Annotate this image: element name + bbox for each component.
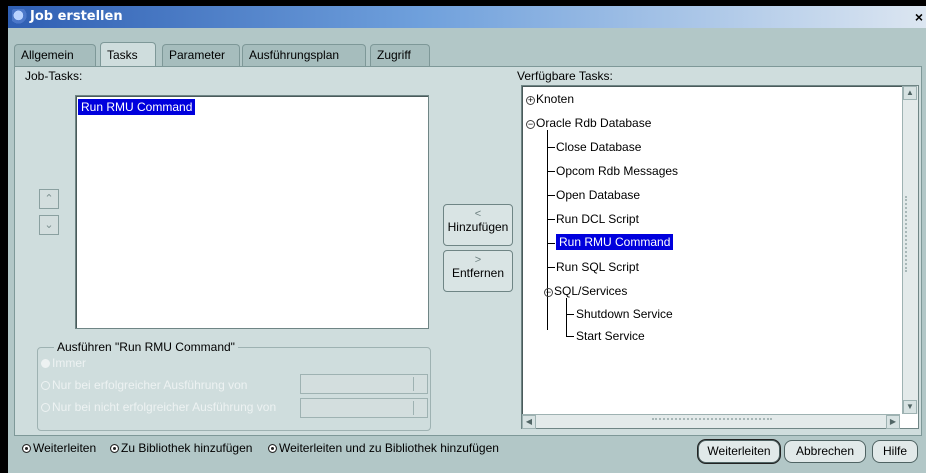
remove-button-label: Entfernen <box>451 266 505 280</box>
radio-indicator <box>268 444 277 453</box>
scrollbar-grip[interactable] <box>905 196 915 272</box>
available-tasks-label: Verfügbare Tasks: <box>517 69 613 83</box>
available-tasks-tree[interactable]: + Knoten − Oracle Rdb Database Close Datab… <box>521 85 919 429</box>
tree-node-close-database[interactable]: Close Database <box>556 140 641 154</box>
submit-button[interactable]: Weiterleiten <box>698 440 780 463</box>
tree-node-run-dcl-script[interactable]: Run DCL Script <box>556 212 639 226</box>
tasks-panel: Job-Tasks: Run RMU Command ⌃ ⌄ < Hinzufü… <box>14 66 922 436</box>
tree-line <box>547 130 548 330</box>
tree-line <box>547 267 555 268</box>
add-button[interactable]: < Hinzufügen <box>443 204 513 246</box>
close-icon[interactable]: × <box>912 9 926 25</box>
scrollbar-grip[interactable] <box>652 418 772 424</box>
scroll-right-icon[interactable]: ▶ <box>886 415 900 429</box>
tab-tasks[interactable]: Tasks <box>100 42 156 66</box>
vertical-scrollbar[interactable]: ▲ ▼ <box>902 86 918 414</box>
execute-condition-group: Ausführen "Run RMU Command" Immer Nur be… <box>37 340 431 431</box>
radio-indicator <box>41 359 50 368</box>
tree-line <box>566 298 567 336</box>
radio-indicator <box>41 381 50 390</box>
tree-line <box>547 171 555 172</box>
tree-view: + Knoten − Oracle Rdb Database Close Datab… <box>522 86 900 414</box>
failure-task-select[interactable] <box>300 398 428 418</box>
collapse-icon[interactable]: − <box>544 288 553 297</box>
collapse-icon[interactable]: − <box>526 120 535 129</box>
chevron-left-icon: < <box>474 208 482 220</box>
job-task-item[interactable]: Run RMU Command <box>78 99 196 115</box>
chevron-right-icon: > <box>474 254 482 266</box>
job-tasks-label: Job-Tasks: <box>25 69 83 83</box>
radio-submit-and-add[interactable]: Weiterleiten und zu Bibliothek hinzufüge… <box>268 441 499 455</box>
dialog-body: Allgemein Tasks Parameter Ausführungspla… <box>8 28 926 473</box>
tree-node-run-rmu-command[interactable]: Run RMU Command <box>556 234 674 250</box>
execute-group-title: Ausführen "Run RMU Command" <box>54 340 238 354</box>
scroll-left-icon[interactable]: ◀ <box>522 415 536 429</box>
radio-indicator <box>110 444 119 453</box>
scroll-up-icon[interactable]: ▲ <box>903 86 917 100</box>
expand-icon[interactable]: + <box>526 96 535 105</box>
tree-line <box>547 243 555 244</box>
title-bar[interactable]: Job erstellen × <box>8 6 926 28</box>
tree-line <box>566 314 574 315</box>
tree-node-oracle-rdb[interactable]: − Oracle Rdb Database <box>526 116 651 130</box>
help-button[interactable]: Hilfe <box>872 440 918 463</box>
chevron-down-icon <box>413 377 425 391</box>
radio-submit[interactable]: Weiterleiten <box>22 441 96 455</box>
tab-allgemein[interactable]: Allgemein <box>14 44 96 66</box>
tree-node-opcom-rdb-messages[interactable]: Opcom Rdb Messages <box>556 164 678 178</box>
radio-on-success[interactable]: Nur bei erfolgreicher Ausführung von <box>41 378 247 392</box>
scroll-down-icon[interactable]: ▼ <box>903 400 917 414</box>
tree-line <box>547 195 555 196</box>
tree-node-sql-services[interactable]: − SQL/Services <box>544 284 627 298</box>
tree-line <box>566 336 574 337</box>
tree-node-run-sql-script[interactable]: Run SQL Script <box>556 260 639 274</box>
window-title: Job erstellen <box>30 9 123 24</box>
tree-node-open-database[interactable]: Open Database <box>556 188 640 202</box>
tree-line <box>547 219 555 220</box>
add-button-label: Hinzufügen <box>447 220 509 234</box>
tab-ausfuehrungsplan[interactable]: Ausführungsplan <box>242 44 366 66</box>
tab-zugriff[interactable]: Zugriff <box>370 44 430 66</box>
radio-indicator <box>22 444 31 453</box>
remove-button[interactable]: > Entfernen <box>443 250 513 292</box>
tree-node-shutdown-service[interactable]: Shutdown Service <box>576 307 673 321</box>
tab-parameter[interactable]: Parameter <box>162 44 240 66</box>
tree-node-start-service[interactable]: Start Service <box>576 329 645 343</box>
radio-always[interactable]: Immer <box>41 356 86 370</box>
radio-on-failure[interactable]: Nur bei nicht erfolgreicher Ausführung v… <box>41 400 276 414</box>
radio-indicator <box>41 403 50 412</box>
tree-line <box>547 147 555 148</box>
app-icon <box>12 9 28 25</box>
success-task-select[interactable] <box>300 374 428 394</box>
job-tasks-list[interactable]: Run RMU Command <box>75 95 429 329</box>
chevron-down-icon <box>413 401 425 415</box>
cancel-button[interactable]: Abbrechen <box>784 440 866 463</box>
job-create-dialog: Job erstellen × Allgemein Tasks Paramete… <box>0 0 926 473</box>
move-up-button[interactable]: ⌃ <box>39 189 59 209</box>
radio-add-to-library[interactable]: Zu Bibliothek hinzufügen <box>110 441 252 455</box>
horizontal-scrollbar[interactable]: ◀ ▶ <box>522 414 900 429</box>
tree-node-knoten[interactable]: + Knoten <box>526 92 574 106</box>
move-down-button[interactable]: ⌄ <box>39 215 59 235</box>
